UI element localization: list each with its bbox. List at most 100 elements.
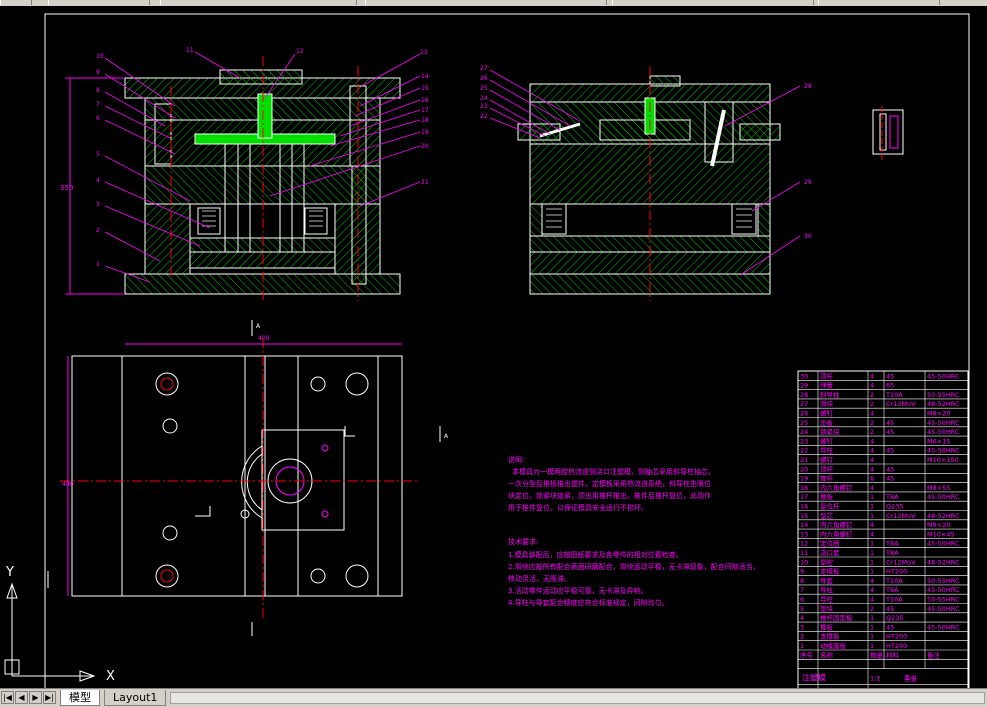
plan-height-dimension: 400 xyxy=(62,481,74,488)
bom-header-cell: 数量 xyxy=(870,650,884,659)
bom-cell: HT200 xyxy=(886,568,907,576)
callout-23: 23 xyxy=(480,103,488,110)
bom-cell: 4 xyxy=(800,614,804,622)
bom-cell: 推板 xyxy=(820,622,834,631)
bom-cell: 50-55HRC xyxy=(927,577,960,585)
section-label-top: A xyxy=(256,323,261,330)
bom-cell: 2 xyxy=(870,605,874,613)
callout-9: 9 xyxy=(96,69,100,76)
bom-cell: 1 xyxy=(870,540,874,548)
bom-cell: 1 xyxy=(870,558,874,566)
bom-cell: Q235 xyxy=(886,614,904,622)
callout-28: 28 xyxy=(804,83,812,90)
bom-cell: 6 xyxy=(800,596,804,604)
callout-24: 24 xyxy=(480,95,488,102)
next-tab-button[interactable]: ▶ xyxy=(29,691,42,704)
bom-cell: 4 xyxy=(870,456,874,464)
bom-cell: 1 xyxy=(870,549,874,557)
bom-cell: 45-50HRC xyxy=(927,493,960,501)
bom-cell: 14 xyxy=(800,521,808,529)
bom-cell: M8×20 xyxy=(927,410,950,418)
bom-cell: M10×150 xyxy=(927,456,959,464)
bom-cell: 3 xyxy=(800,623,804,631)
bom-cell: 4 xyxy=(870,437,874,445)
bom-cell: Cr12MoV xyxy=(886,512,916,520)
toolbar-segment[interactable] xyxy=(612,0,814,5)
bom-cell: 2 xyxy=(870,428,874,436)
bom-cell: 16 xyxy=(800,503,808,511)
tab-model[interactable]: 模型 xyxy=(60,690,100,706)
bom-cell: 19 xyxy=(800,475,808,483)
bom-header-cell: 序号 xyxy=(800,650,814,659)
plan-width-dimension: 400 xyxy=(258,335,270,342)
bom-cell: 4 xyxy=(870,382,874,390)
bom-cell: T8A xyxy=(885,493,899,501)
callout-14: 14 xyxy=(421,73,429,80)
left-section-view xyxy=(65,56,401,301)
bom-cell: 22 xyxy=(800,447,808,455)
bom-cell: 定模板 xyxy=(820,567,840,576)
bom-cell: 4 xyxy=(870,372,874,380)
notes-block: 说明: 本模具为一模两腔热流道侧浇口注塑模，侧抽芯采用斜导柱抽芯， 一次分型后推… xyxy=(508,455,760,607)
callout-22: 22 xyxy=(480,113,488,120)
notes-line: 用于推件复位，以保证模具安全运行不损坏。 xyxy=(508,503,648,512)
ucs-icon xyxy=(4,582,96,682)
tab-layout1[interactable]: Layout1 xyxy=(104,690,167,706)
notes-line: 块定位，锁紧块锁紧，顶出用推杆推出，推件后推杆复位，此动作 xyxy=(508,491,711,500)
bom-cell: 2 xyxy=(870,400,874,408)
bom-cell: 2 xyxy=(800,633,804,641)
bom-cell: 27 xyxy=(800,400,808,408)
bom-cell: 50-55HRC xyxy=(927,391,960,399)
right-section-view xyxy=(517,66,781,301)
bom-cell: 50-55HRC xyxy=(927,596,960,604)
bom-cell: 型芯 xyxy=(820,511,834,520)
tech-line: 移动灵活，无阻滞。 xyxy=(508,574,571,583)
bom-cell: 5 xyxy=(800,605,804,613)
bom-cell: 内六角螺钉 xyxy=(820,520,853,529)
bom-cell: 推杆 xyxy=(820,474,834,483)
callout-20: 20 xyxy=(421,143,429,150)
bom-cell: 4 xyxy=(870,521,874,529)
toolbar-segment[interactable] xyxy=(160,0,357,5)
toolbar-segment[interactable] xyxy=(818,0,940,5)
bom-cell: 4 xyxy=(870,465,874,473)
callout-6: 6 xyxy=(96,115,100,122)
bom-cell: 6 xyxy=(870,475,874,483)
bom-cell: 螺钉 xyxy=(820,455,834,464)
bom-cell: 复位杆 xyxy=(820,502,840,511)
horizontal-scrollbar[interactable] xyxy=(170,692,985,704)
callout-18: 18 xyxy=(421,117,429,124)
bom-cell: 1 xyxy=(870,623,874,631)
prev-tab-button[interactable]: ◀ xyxy=(15,691,28,704)
bom-cell: 垫块 xyxy=(820,604,834,613)
callout-17: 17 xyxy=(421,107,429,114)
tech-line: 4.导柱与导套配合精度应符合标准规定，间隙均匀。 xyxy=(508,598,669,607)
bom-cell: 推杆固定板 xyxy=(820,613,853,622)
last-tab-button[interactable]: ▶| xyxy=(43,691,56,704)
tech-line: 3.活动零件运动应平稳可靠，无卡滞及异响。 xyxy=(508,586,648,595)
bom-cell: 20 xyxy=(800,465,808,473)
notes-heading: 说明: xyxy=(508,455,524,464)
bom-cell: 10 xyxy=(800,558,808,566)
height-dimension: 350 xyxy=(60,184,73,192)
bom-cell: 导柱 xyxy=(820,585,834,594)
bom-cell: HT200 xyxy=(886,642,907,650)
bom-cell: T10A xyxy=(885,596,903,604)
bom-cell: 48-52HRC xyxy=(927,400,960,408)
toolbar-segment[interactable] xyxy=(365,0,607,5)
drawing-canvas[interactable]: 350 10 9 8 7 6 5 4 3 2 1 11 12 13 14 15 … xyxy=(0,6,987,693)
callout-13: 13 xyxy=(420,49,428,56)
bom-cell: 4 xyxy=(870,484,874,492)
first-tab-button[interactable]: |◀ xyxy=(1,691,14,704)
toolbar-segment[interactable] xyxy=(0,0,32,5)
bom-cell: 29 xyxy=(800,382,808,390)
title-block-name: 注塑模 xyxy=(802,673,826,683)
toolbar-segment[interactable] xyxy=(48,0,150,5)
bom-cell: 7 xyxy=(800,586,804,594)
bom-header-cell: 备注 xyxy=(927,650,941,659)
bom-cell: 定位圈 xyxy=(820,539,840,548)
bom-cell: 锁紧块 xyxy=(820,427,840,436)
callout-16: 16 xyxy=(421,97,429,104)
bom-cell: 1 xyxy=(870,568,874,576)
notes-line: 本模具为一模两腔热流道侧浇口注塑模，侧抽芯采用斜导柱抽芯， xyxy=(512,467,715,476)
